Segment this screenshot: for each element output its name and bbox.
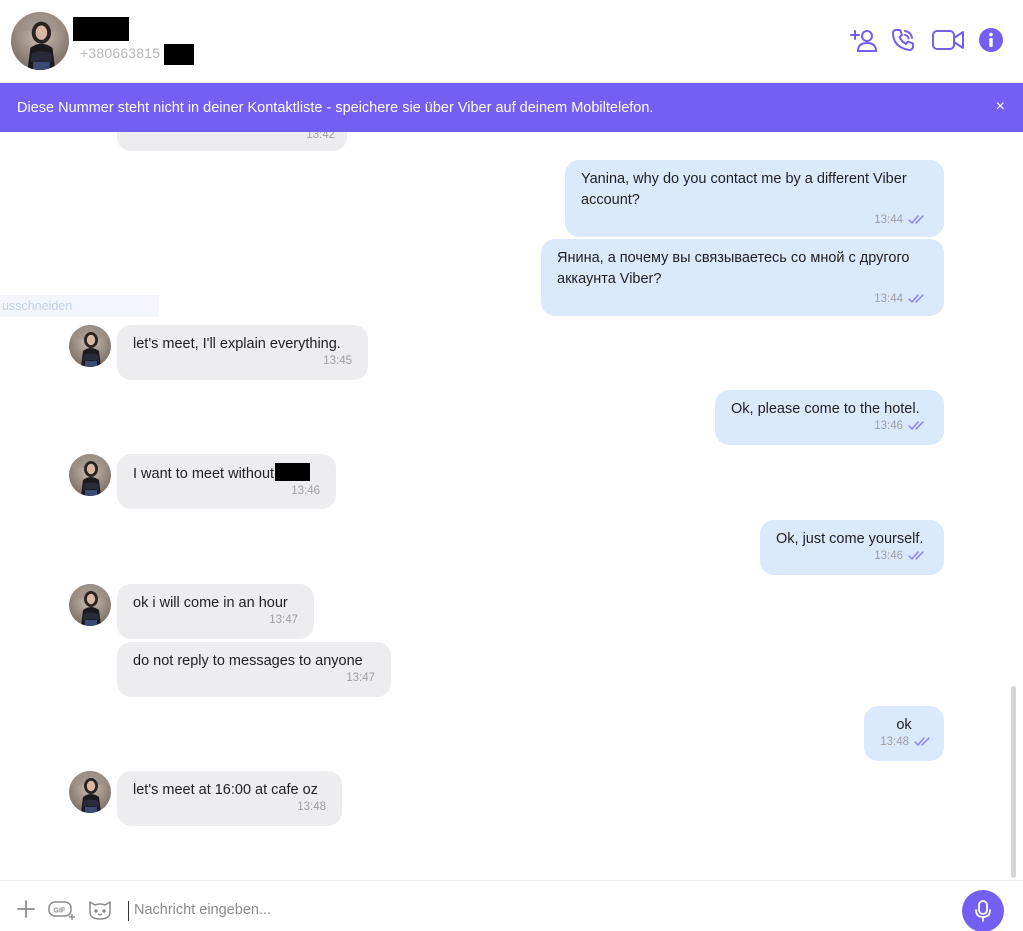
message-meta: 13:46 bbox=[776, 548, 928, 566]
message-bubble-incoming[interactable]: do not reply to messages to anyone 13:47 bbox=[117, 642, 391, 697]
banner-text: Diese Nummer steht nicht in deiner Konta… bbox=[17, 99, 654, 116]
message-time: 13:48 bbox=[880, 736, 909, 748]
message-text: do not reply to messages to anyone bbox=[133, 653, 363, 669]
message-input[interactable] bbox=[134, 898, 914, 922]
sender-avatar[interactable] bbox=[69, 771, 111, 813]
message-time: 13:46 bbox=[291, 485, 320, 497]
read-ticks-icon bbox=[908, 550, 928, 566]
microphone-icon bbox=[975, 900, 991, 922]
message-text: I want to meet without bbox=[133, 466, 275, 482]
message-meta: 13:48 bbox=[874, 734, 934, 752]
banner-close-button[interactable]: × bbox=[996, 97, 1005, 117]
message-list[interactable]: 13:42 Yanina, why do you contact me by a… bbox=[0, 132, 1023, 880]
svg-text:GIF: GIF bbox=[54, 908, 66, 915]
message-meta: 13:44 bbox=[557, 291, 928, 309]
message-meta: 13:44 bbox=[581, 212, 928, 230]
sender-avatar[interactable] bbox=[69, 584, 111, 626]
message-bubble-outgoing[interactable]: Ok, please come to the hotel. 13:46 bbox=[715, 390, 944, 445]
message-text: Ok, please come to the hotel. bbox=[731, 401, 920, 417]
contact-avatar[interactable] bbox=[11, 12, 69, 70]
text-cursor bbox=[128, 901, 129, 921]
message-text: Янина, а почему вы связываетесь со мной … bbox=[557, 250, 910, 287]
read-ticks-icon bbox=[908, 420, 928, 436]
message-text: ok i will come in an hour bbox=[133, 595, 288, 611]
add-contact-icon[interactable] bbox=[850, 26, 878, 54]
message-time: 13:44 bbox=[874, 214, 903, 226]
chat-scrollbar[interactable] bbox=[1011, 686, 1016, 878]
sticker-icon[interactable] bbox=[87, 898, 113, 922]
read-ticks-icon bbox=[914, 736, 934, 752]
video-call-icon[interactable] bbox=[931, 26, 965, 54]
message-text: Yanina, why do you contact me by a diffe… bbox=[581, 171, 907, 208]
read-ticks-icon bbox=[908, 293, 928, 309]
message-bubble-incoming[interactable]: I want to meet without 13:46 bbox=[117, 454, 336, 509]
message-time: 13:42 bbox=[306, 132, 335, 141]
sender-avatar[interactable] bbox=[69, 454, 111, 496]
message-time: 13:45 bbox=[323, 355, 352, 367]
message-time: 13:44 bbox=[874, 293, 903, 305]
read-ticks-icon bbox=[908, 214, 928, 230]
message-text: ok bbox=[896, 717, 912, 733]
gif-icon[interactable]: GIF bbox=[47, 898, 77, 922]
message-time: 13:46 bbox=[874, 550, 903, 562]
message-bubble-incoming[interactable]: let's meet, I'll explain everything. 13:… bbox=[117, 325, 368, 380]
message-bubble-outgoing[interactable]: Ok, just come yourself. 13:46 bbox=[760, 520, 944, 575]
info-icon[interactable] bbox=[978, 26, 1004, 54]
message-bubble-outgoing[interactable]: ok 13:48 bbox=[864, 706, 944, 761]
message-text: let's meet, I'll explain everything. bbox=[133, 336, 341, 352]
plus-icon[interactable] bbox=[16, 898, 36, 920]
message-text: Ok, just come yourself. bbox=[776, 531, 924, 547]
voice-call-icon[interactable] bbox=[890, 26, 916, 54]
contact-name-redacted[interactable]: redacted bbox=[73, 17, 129, 41]
message-text: let's meet at 16:00 at cafe oz bbox=[133, 782, 318, 798]
message-composer: GIF bbox=[0, 880, 1023, 931]
message-bubble-incoming[interactable]: 13:42 bbox=[117, 132, 347, 151]
message-bubble-outgoing[interactable]: Янина, а почему вы связываетесь со мной … bbox=[541, 239, 944, 316]
message-time: 13:46 bbox=[874, 420, 903, 432]
message-bubble-outgoing[interactable]: Yanina, why do you contact me by a diffe… bbox=[565, 160, 944, 237]
message-time: 13:47 bbox=[346, 672, 375, 684]
message-meta: 13:46 bbox=[731, 418, 928, 436]
message-time: 13:48 bbox=[297, 801, 326, 813]
message-time: 13:47 bbox=[269, 614, 298, 626]
contact-phone: +380663815 bbox=[80, 45, 161, 61]
phone-redaction bbox=[164, 44, 194, 65]
message-bubble-incoming[interactable]: let's meet at 16:00 at cafe oz 13:48 bbox=[117, 771, 342, 826]
redacted-word bbox=[275, 463, 311, 481]
chat-header: redacted +380663815 bbox=[0, 0, 1023, 83]
context-hint: usschneiden bbox=[0, 295, 159, 317]
message-bubble-incoming[interactable]: ok i will come in an hour 13:47 bbox=[117, 584, 314, 639]
not-in-contacts-banner: Diese Nummer steht nicht in deiner Konta… bbox=[0, 83, 1023, 132]
sender-avatar[interactable] bbox=[69, 325, 111, 367]
microphone-button[interactable] bbox=[962, 890, 1004, 931]
